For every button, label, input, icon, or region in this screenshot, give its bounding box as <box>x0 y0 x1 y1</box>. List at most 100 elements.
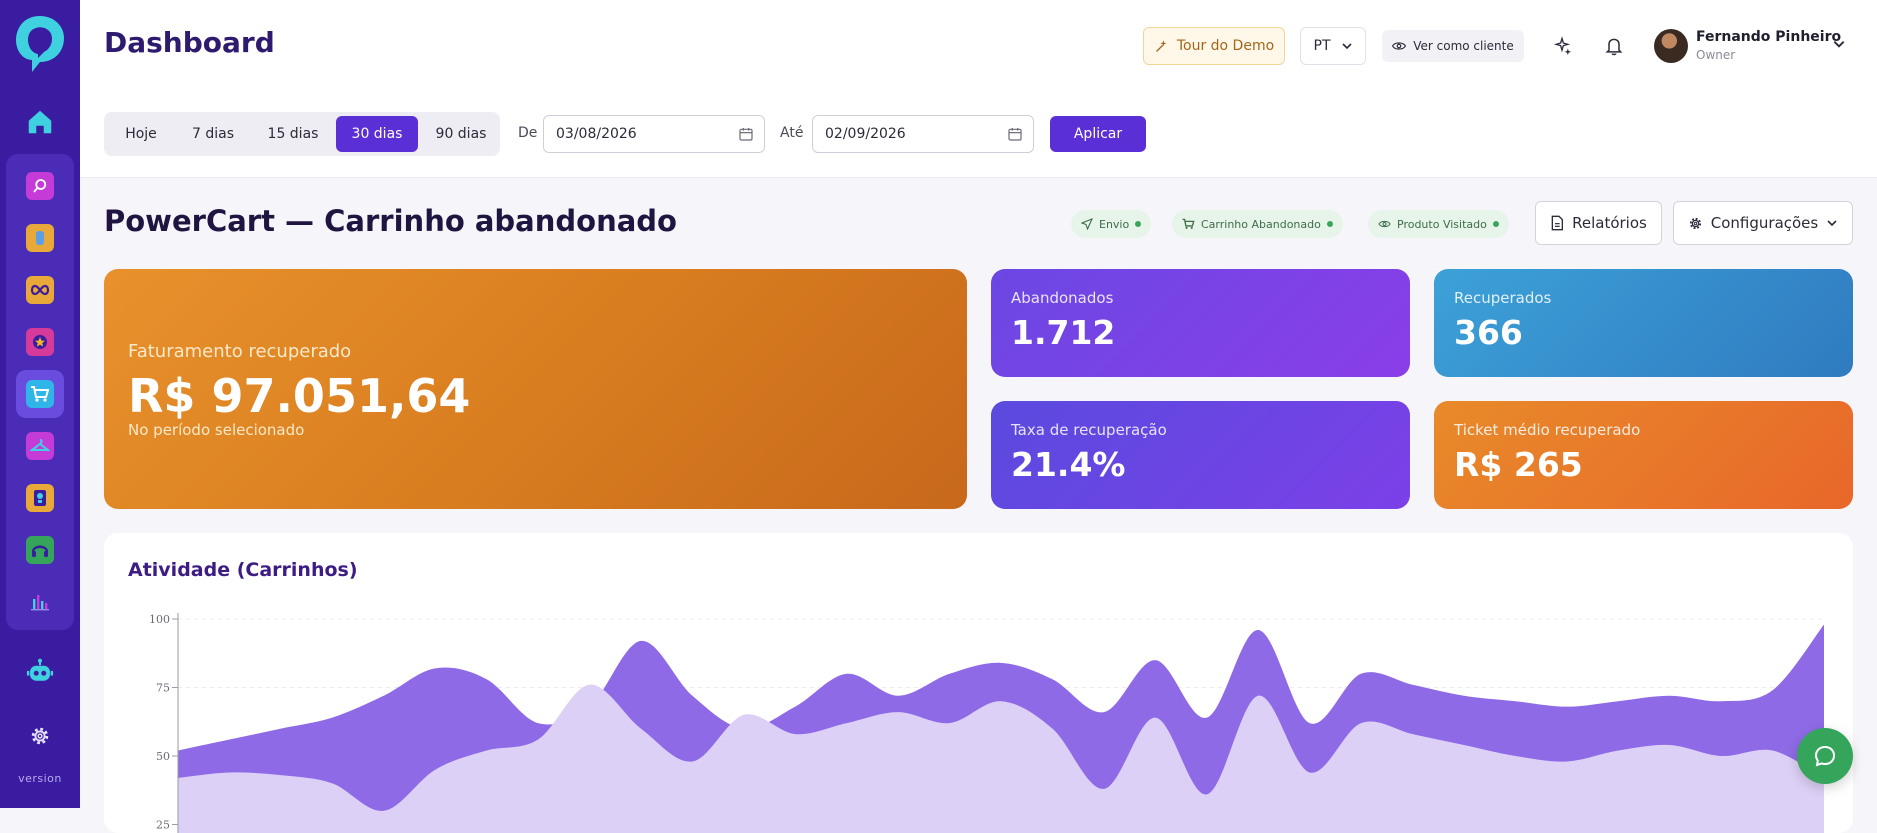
notification-bell-icon[interactable] <box>1599 31 1629 61</box>
range-7-days-button[interactable]: 7 dias <box>174 116 252 152</box>
kpi-label: Recuperados <box>1454 289 1552 307</box>
user-menu-chevron-icon[interactable] <box>1832 37 1846 51</box>
view-as-client-label: Ver como cliente <box>1413 39 1514 53</box>
to-date-label: Até <box>780 125 804 141</box>
settings-dropdown-button[interactable]: Configurações <box>1673 201 1853 245</box>
kpi-label: Abandonados <box>1011 289 1114 307</box>
y-tick-label: 100 <box>149 613 170 626</box>
sidebar-item-bot[interactable] <box>16 214 64 262</box>
view-as-client-button[interactable]: Ver como cliente <box>1382 30 1524 62</box>
from-date-value: 03/08/2026 <box>556 126 637 142</box>
top-bar: Dashboard Tour do Demo PT Ver como clien… <box>80 0 1877 178</box>
tag-label: Produto Visitado <box>1397 217 1487 231</box>
eye-icon <box>1378 220 1391 228</box>
kpi-value: 1.712 <box>1011 313 1116 352</box>
tag-label: Carrinho Abandonado <box>1201 217 1321 231</box>
y-tick-label: 75 <box>156 682 170 695</box>
date-range-presets: Hoje 7 dias 15 dias 30 dias 90 dias <box>104 112 500 156</box>
reports-button[interactable]: Relatórios <box>1535 201 1662 245</box>
magic-sparkles-icon[interactable] <box>1547 31 1577 61</box>
infinity-app-icon <box>26 276 54 304</box>
kpi-label: Ticket médio recuperado <box>1454 421 1641 439</box>
from-date-label: De <box>518 125 538 141</box>
activity-chart-card: Atividade (Carrinhos) 100 75 50 25 <box>104 533 1853 833</box>
brand-logo-icon[interactable] <box>14 14 66 74</box>
robot-app-icon <box>26 224 54 252</box>
gear-icon <box>1689 217 1701 229</box>
settings-gear-icon[interactable] <box>26 722 54 750</box>
sidebar-item-infinity[interactable] <box>16 266 64 314</box>
tag-produto-visitado[interactable]: Produto Visitado <box>1368 210 1509 238</box>
reports-label: Relatórios <box>1572 214 1647 232</box>
to-date-input[interactable]: 02/09/2026 <box>812 115 1034 153</box>
sparkle-icon <box>1155 39 1167 52</box>
language-select[interactable]: PT <box>1300 27 1366 65</box>
settings-label: Configurações <box>1710 214 1819 232</box>
range-15-days-button[interactable]: 15 dias <box>252 116 334 152</box>
kpi-label: Taxa de recuperação <box>1011 421 1167 439</box>
bulb-app-icon <box>26 484 54 512</box>
user-name[interactable]: Fernando Pinheiro <box>1696 29 1841 45</box>
sidebar-item-cart[interactable] <box>16 370 64 418</box>
sidebar-item-star[interactable] <box>16 318 64 366</box>
search-app-icon <box>26 172 54 200</box>
cart-app-icon <box>26 380 54 408</box>
tag-label: Envio <box>1099 217 1130 231</box>
language-value: PT <box>1313 38 1331 54</box>
status-dot <box>1326 221 1333 227</box>
eye-icon <box>1392 42 1407 50</box>
sidebar-item-headset[interactable] <box>16 526 64 574</box>
tour-demo-button[interactable]: Tour do Demo <box>1143 27 1285 65</box>
sidebar-item-bulb[interactable] <box>16 474 64 522</box>
y-tick-label: 25 <box>156 819 170 832</box>
chat-support-button[interactable] <box>1797 728 1853 784</box>
kpi-card-average-ticket: Ticket médio recuperado R$ 265 <box>1434 401 1853 509</box>
version-label: version <box>18 772 62 785</box>
headset-app-icon <box>26 536 54 564</box>
range-today-button[interactable]: Hoje <box>108 116 174 152</box>
apply-button[interactable]: Aplicar <box>1050 116 1146 152</box>
section-title: PowerCart — Carrinho abandonado <box>104 204 677 238</box>
sidebar-item-hanger[interactable] <box>16 422 64 470</box>
robot-icon[interactable] <box>22 654 58 690</box>
bar-chart-app-icon <box>26 588 54 616</box>
user-avatar[interactable] <box>1654 29 1688 63</box>
kpi-card-revenue: Faturamento recuperado R$ 97.051,64 No p… <box>104 269 967 509</box>
activity-area-chart: 100 75 50 25 <box>149 613 1824 833</box>
home-icon[interactable] <box>22 104 58 140</box>
kpi-card-abandoned: Abandonados 1.712 <box>991 269 1410 377</box>
send-icon <box>1081 218 1093 230</box>
chevron-down-icon <box>1341 43 1352 50</box>
from-date-input[interactable]: 03/08/2026 <box>543 115 765 153</box>
chevron-down-icon <box>1827 220 1837 227</box>
calendar-icon[interactable] <box>1007 126 1023 142</box>
sidebar-app-group <box>6 154 74 630</box>
document-icon <box>1551 215 1564 231</box>
sidebar: version <box>0 0 80 808</box>
y-tick-label: 50 <box>156 750 170 763</box>
status-dot <box>1135 221 1142 227</box>
chat-bubble-icon <box>1814 745 1836 767</box>
tag-carrinho-abandonado[interactable]: Carrinho Abandonado <box>1172 210 1343 238</box>
status-dot <box>1492 221 1499 227</box>
calendar-icon[interactable] <box>738 126 754 142</box>
sidebar-item-search[interactable] <box>16 162 64 210</box>
page-title: Dashboard <box>104 26 275 59</box>
tour-demo-label: Tour do Demo <box>1176 38 1275 54</box>
kpi-value: 366 <box>1454 313 1523 352</box>
star-app-icon <box>26 328 54 356</box>
kpi-value: 21.4% <box>1011 445 1126 484</box>
cart-icon <box>1182 218 1195 229</box>
kpi-value: R$ 265 <box>1454 445 1583 484</box>
range-30-days-button[interactable]: 30 dias <box>336 116 418 152</box>
tag-envio[interactable]: Envio <box>1071 210 1152 238</box>
to-date-value: 02/09/2026 <box>825 126 906 142</box>
kpi-card-recovered: Recuperados 366 <box>1434 269 1853 377</box>
sidebar-item-analytics[interactable] <box>16 578 64 626</box>
kpi-subtitle: No período selecionado <box>128 421 305 439</box>
user-role: Owner <box>1696 48 1736 62</box>
kpi-card-recovery-rate: Taxa de recuperação 21.4% <box>991 401 1410 509</box>
kpi-label: Faturamento recuperado <box>128 341 352 362</box>
hanger-app-icon <box>26 432 54 460</box>
range-90-days-button[interactable]: 90 dias <box>420 116 502 152</box>
